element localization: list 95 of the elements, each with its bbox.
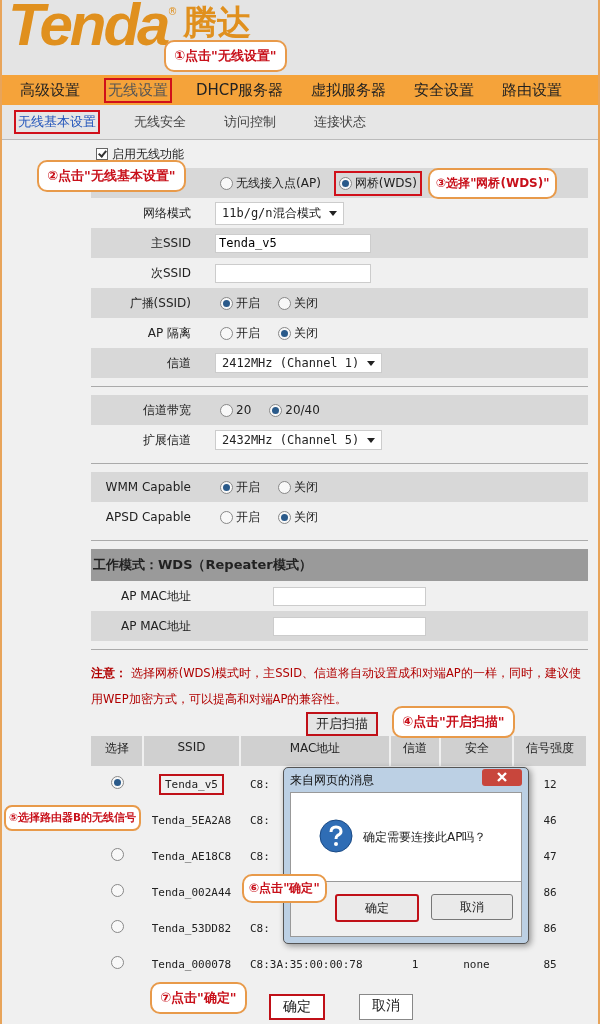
callout: ④点击"开启扫描" <box>392 706 515 738</box>
registered-mark: ® <box>167 6 178 17</box>
table-cell-text: Tenda_000078 <box>150 956 233 973</box>
nav-tab[interactable]: 安全设置 <box>410 77 479 103</box>
callout: ③选择"网桥(WDS)" <box>428 168 558 199</box>
table-cell-text: Tenda_AE18C8 <box>150 848 233 865</box>
cancel-button[interactable]: 取消 <box>431 894 513 920</box>
dropdown[interactable]: 11b/g/n混合模式 <box>215 201 344 225</box>
sub-tab[interactable]: 访问控制 <box>220 110 280 134</box>
table-cell: C8: <box>250 849 270 863</box>
sub-tab[interactable]: 连接状态 <box>310 110 370 134</box>
nav-tab[interactable]: 无线设置 <box>104 77 172 103</box>
column-header: MAC地址 <box>240 736 390 766</box>
radio-option[interactable]: 20 <box>215 399 257 421</box>
table-cell: 46 <box>543 813 557 827</box>
radio-option[interactable]: 20/40 <box>264 399 325 421</box>
column-header: 选择 <box>91 736 143 766</box>
table-cell-text: Tenda_53DD82 <box>150 920 233 937</box>
caret-icon <box>328 210 337 216</box>
input-field[interactable] <box>273 586 426 606</box>
table-cell: 47 <box>543 849 557 863</box>
sub-tab[interactable]: 无线安全 <box>130 110 190 134</box>
nav-tab[interactable]: 高级设置 <box>16 77 84 103</box>
scan-button[interactable]: 开启扫描 <box>306 712 378 736</box>
column-header: 信号强度 <box>513 736 587 766</box>
radio-option[interactable]: 开启 <box>215 290 265 316</box>
table-cell: C8: <box>250 813 270 827</box>
section-title: 工作模式：WDS（Repeater模式） <box>91 549 588 581</box>
radio-option[interactable]: 关闭 <box>273 504 323 530</box>
table-cell: C8: <box>250 777 270 791</box>
radio-option[interactable]: 开启 <box>215 474 265 500</box>
field-label: APSD Capable <box>104 510 191 524</box>
field-label: AP MAC地址 <box>120 587 191 605</box>
radio-option[interactable]: 无线接入点(AP) <box>215 170 326 196</box>
cancel-button[interactable]: 取消 <box>359 994 413 1020</box>
dialog-message: 确定需要连接此AP吗？ <box>363 828 487 846</box>
field-label: AP 隔离 <box>146 324 191 342</box>
dropdown[interactable]: 2432MHz (Channel 5) <box>215 430 383 450</box>
column-header: 信道 <box>390 736 440 766</box>
field-label: 信道带宽 <box>142 401 191 419</box>
close-icon <box>495 772 509 782</box>
warning-note: 注意： 选择网桥(WDS)模式时，主SSID、信道将自动设置成和对端AP的一样，同时，建议使用WEP加密方式，可以提高和对端AP的兼容性。 <box>91 665 582 708</box>
radio-button[interactable] <box>110 776 124 789</box>
table-cell: C8: <box>250 921 270 935</box>
dialog-title: 来自网页的消息 <box>290 771 374 789</box>
checkbox[interactable] <box>96 148 108 160</box>
checkbox-label: 启用无线功能 <box>112 145 184 163</box>
input-field[interactable]: Tenda_v5 <box>215 233 371 253</box>
ok-button[interactable]: 确定 <box>269 994 325 1020</box>
nav-tab[interactable]: 路由设置 <box>498 77 567 103</box>
nav-tab[interactable]: DHCP服务器 <box>192 77 288 103</box>
radio-button[interactable] <box>110 848 124 861</box>
field-label: 网络模式 <box>142 204 191 222</box>
callout: ②点击"无线基本设置" <box>37 160 186 192</box>
table-cell: none <box>463 957 490 971</box>
radio-option[interactable]: 网桥(WDS) <box>333 170 422 196</box>
table-cell-text: Tenda_002A44 <box>150 884 233 901</box>
question-icon <box>319 818 353 853</box>
table-cell: C8:3A:35:00:00:78 <box>250 957 363 971</box>
table-cell: 85 <box>543 957 557 971</box>
field-label: 信道 <box>166 354 191 372</box>
close-button[interactable] <box>482 768 522 786</box>
field-label: 扩展信道 <box>142 431 191 449</box>
radio-button[interactable] <box>110 884 124 897</box>
radio-option[interactable]: 关闭 <box>273 320 323 346</box>
field-label: WMM Capable <box>104 480 191 494</box>
nav-tab[interactable]: 虚拟服务器 <box>307 77 391 103</box>
radio-option[interactable]: 开启 <box>215 320 265 346</box>
column-header: 安全 <box>440 736 513 766</box>
radio-option[interactable]: 开启 <box>215 504 265 530</box>
caret-icon <box>367 437 376 443</box>
table-cell: 86 <box>543 885 557 899</box>
table-cell: Tenda_v5 <box>159 773 224 795</box>
field-label: 广播(SSID) <box>128 294 191 312</box>
radio-option[interactable]: 关闭 <box>273 474 323 500</box>
table-cell: 1 <box>411 957 419 971</box>
input-field[interactable] <box>215 263 371 283</box>
field-label: 主SSID <box>150 234 191 252</box>
radio-button[interactable] <box>110 920 124 933</box>
callout: ⑤选择路由器B的无线信号 <box>4 805 141 831</box>
ok-button[interactable]: 确定 <box>335 894 419 922</box>
table-cell: 86 <box>543 921 557 935</box>
column-header: SSID <box>143 736 240 766</box>
callout: ⑥点击"确定" <box>242 874 327 903</box>
radio-option[interactable]: 关闭 <box>273 290 323 316</box>
dropdown[interactable]: 2412MHz (Channel 1) <box>215 353 383 373</box>
sub-tab[interactable]: 无线基本设置 <box>14 110 100 134</box>
field-label: 次SSID <box>150 264 191 282</box>
caret-icon <box>367 360 376 366</box>
callout: ⑦点击"确定" <box>150 982 247 1014</box>
table-cell-text: Tenda_5EA2A8 <box>150 812 233 829</box>
input-field[interactable] <box>273 616 426 636</box>
field-label: AP MAC地址 <box>120 617 191 635</box>
radio-button[interactable] <box>110 956 124 969</box>
table-cell: 12 <box>543 777 557 791</box>
